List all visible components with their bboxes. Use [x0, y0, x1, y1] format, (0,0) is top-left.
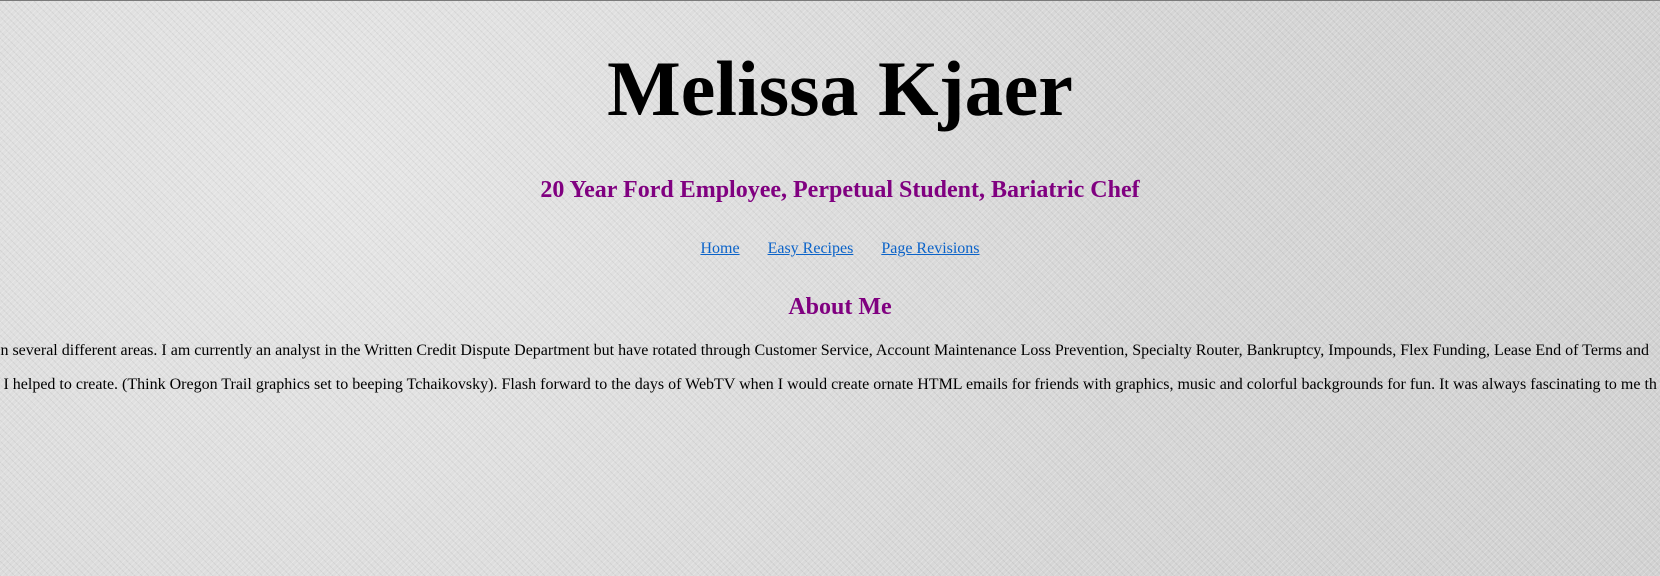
site-title: Melissa Kjaer: [607, 45, 1073, 132]
about-heading: About Me: [788, 294, 892, 320]
main-nav: Home Easy Recipes Page Revisions: [0, 239, 1660, 259]
site-tagline: 20 Year Ford Employee, Perpetual Student…: [540, 177, 1140, 203]
about-paragraph-2: t I helped to create. (Think Oregon Trai…: [0, 376, 1657, 393]
about-paragraph-1: in several different areas. I am current…: [0, 342, 1650, 359]
nav-link-easy-recipes[interactable]: Easy Recipes: [768, 240, 854, 257]
nav-link-home[interactable]: Home: [700, 240, 739, 257]
nav-link-page-revisions[interactable]: Page Revisions: [881, 240, 979, 257]
top-border: [0, 0, 1660, 1]
